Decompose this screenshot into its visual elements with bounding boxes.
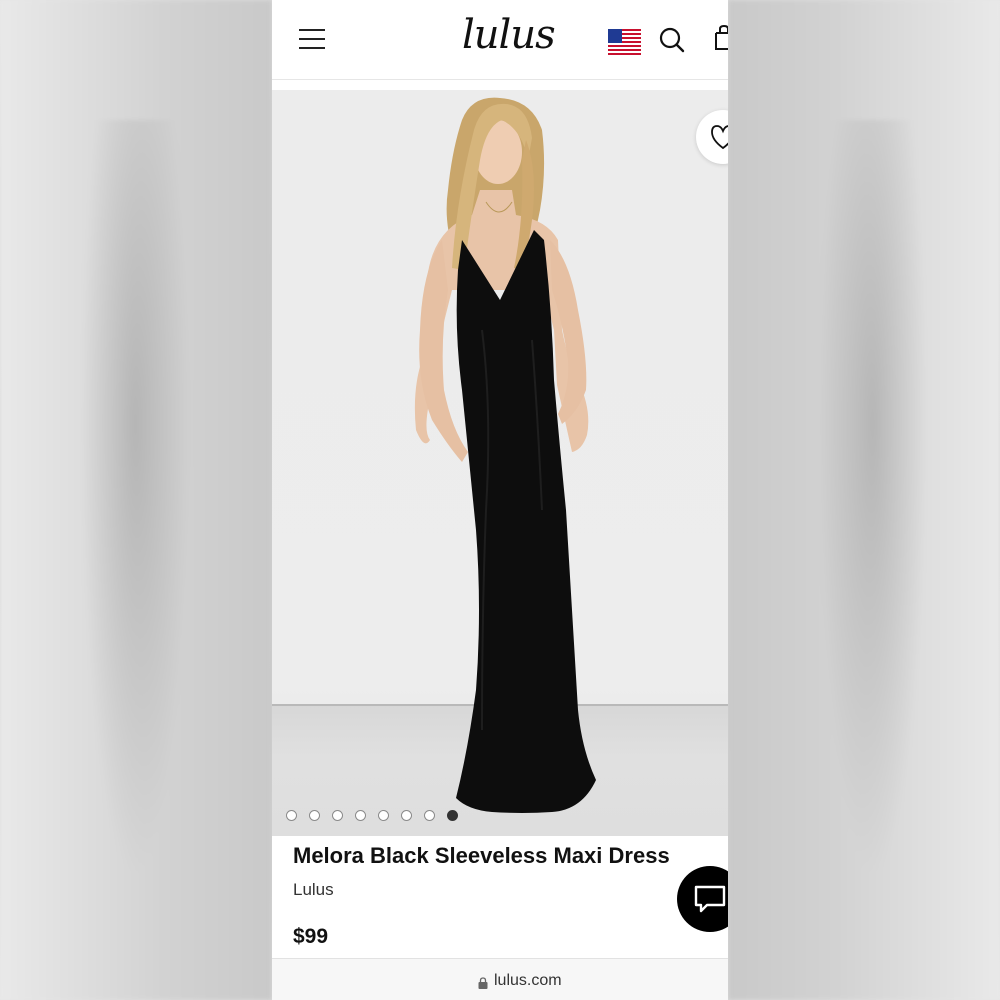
- hamburger-menu-icon[interactable]: [299, 29, 325, 49]
- search-icon[interactable]: [658, 26, 686, 54]
- gallery-dot[interactable]: [332, 810, 343, 821]
- product-title: Melora Black Sleeveless Maxi Dress: [293, 843, 670, 868]
- product-image-gallery[interactable]: [272, 90, 728, 836]
- blurred-backdrop-right: [728, 0, 1000, 1000]
- heart-icon: [711, 125, 728, 150]
- lock-icon: [478, 977, 488, 989]
- gallery-dot[interactable]: [309, 810, 320, 821]
- gallery-dot[interactable]: [378, 810, 389, 821]
- chat-bubble-icon: [694, 885, 726, 913]
- wishlist-button[interactable]: [696, 110, 728, 164]
- shopping-bag-icon[interactable]: [713, 25, 728, 51]
- blurred-backdrop-left: [0, 0, 272, 1000]
- site-header: lulus: [272, 0, 728, 80]
- site-logo[interactable]: lulus: [462, 12, 572, 62]
- gallery-dot[interactable]: [286, 810, 297, 821]
- browser-url-bar[interactable]: lulus.com: [272, 958, 728, 1000]
- gallery-dot[interactable]: [424, 810, 435, 821]
- gallery-dot-active[interactable]: [447, 810, 458, 821]
- gallery-pagination-dots: [286, 810, 458, 824]
- gallery-dot[interactable]: [401, 810, 412, 821]
- product-photo-model: [414, 97, 596, 813]
- url-text: lulus.com: [494, 972, 562, 989]
- product-price: $99: [293, 925, 329, 948]
- us-flag-icon[interactable]: [608, 29, 641, 55]
- product-brand[interactable]: Lulus: [293, 880, 334, 900]
- gallery-dot[interactable]: [355, 810, 366, 821]
- chat-button[interactable]: [677, 866, 728, 932]
- phone-screen: lulus Melora Black Sleeveless Maxi Dress…: [272, 0, 728, 1000]
